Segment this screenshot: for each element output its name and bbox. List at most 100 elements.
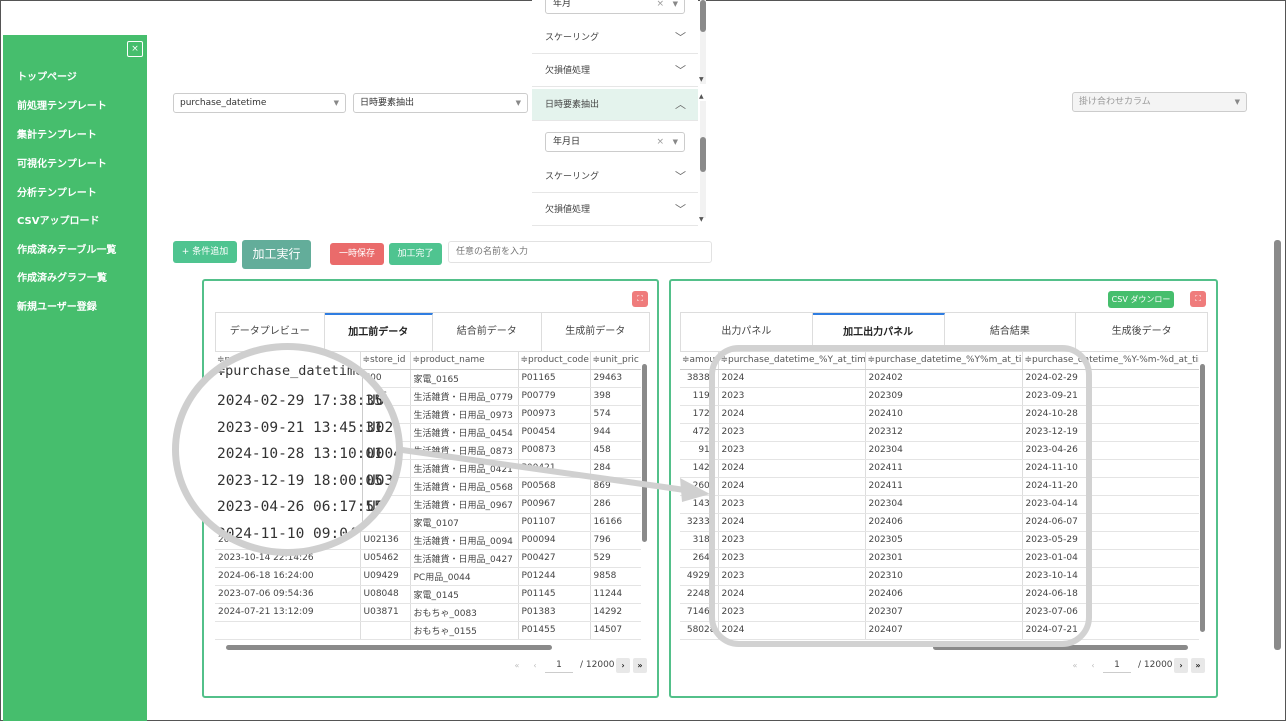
- table-cell: 14507: [590, 621, 641, 640]
- scroll-thumb[interactable]: [700, 137, 706, 172]
- option-accordion: 年月 × ▼ スケーリング ﹀ 欠損値処理 ﹀ 日時要素抽出 ︿ 年月日 × ▼ スケ…: [532, 0, 698, 228]
- name-input[interactable]: [448, 241, 712, 263]
- first-page-icon[interactable]: «: [510, 658, 524, 673]
- table-cell: 29463: [590, 369, 641, 388]
- sidebar-item-new-user[interactable]: 新規ユーザー登録: [17, 298, 97, 313]
- clear-icon[interactable]: ×: [656, 0, 664, 13]
- table-cell: 2024-07-21 13:12:09: [215, 603, 361, 622]
- prev-page-icon[interactable]: ‹: [528, 658, 542, 673]
- accordion-scaling[interactable]: スケーリング ﹀: [532, 22, 698, 54]
- accordion-missing[interactable]: 欠損値処理 ﹀: [532, 55, 698, 87]
- sidebar-item-graphs[interactable]: 作成済みグラフ一覧: [17, 269, 107, 284]
- zoom-store: U01: [367, 499, 394, 515]
- zoom-separator: [362, 350, 363, 549]
- table-cell: 生活雑貨・日用品_0973: [410, 405, 519, 424]
- table-cell: [360, 621, 411, 640]
- sidebar-item-top[interactable]: トップページ: [17, 68, 77, 83]
- last-page-icon[interactable]: »: [633, 658, 647, 673]
- zoom-datetime: 2023-09-21 13:45:31: [217, 419, 383, 436]
- sidebar-item-analysis[interactable]: 分析テンプレート: [17, 184, 97, 199]
- tab-before-join[interactable]: 結合前データ: [433, 313, 542, 351]
- scroll-thumb[interactable]: [1200, 364, 1205, 632]
- page-scrollbar[interactable]: [1274, 240, 1281, 650]
- operation-select[interactable]: 日時要素抽出 ▼: [353, 93, 528, 113]
- temp-save-button[interactable]: 一時保存: [330, 243, 384, 265]
- zoom-row: 2023-09-21 13:45:31 U026: [217, 415, 396, 441]
- table-cell: P01244: [518, 567, 591, 586]
- combine-column-select[interactable]: 掛け合わせカラム ▼: [1072, 92, 1247, 112]
- table-row: 2024-06-18 16:24:00 U09429 PC用品_0044 P01244…: [215, 567, 641, 586]
- page-input[interactable]: 1: [545, 658, 573, 673]
- right-pagination: « ‹ 1 / 12000 › »: [1068, 658, 1208, 676]
- accordion-scrollbar[interactable]: [700, 101, 706, 218]
- complete-button[interactable]: 加工完了: [389, 243, 442, 265]
- expand-icon[interactable]: ⛶: [1190, 291, 1206, 307]
- next-page-icon[interactable]: ›: [1174, 658, 1188, 673]
- accordion-scaling-2[interactable]: スケーリング ﹀: [532, 161, 698, 193]
- scroll-up-icon[interactable]: ▲: [699, 93, 704, 100]
- period-select[interactable]: 年月日 × ▼: [545, 132, 685, 152]
- expand-icon[interactable]: ⛶: [632, 291, 648, 307]
- clear-icon[interactable]: ×: [656, 133, 664, 151]
- accordion-scrollbar-top[interactable]: [700, 0, 706, 84]
- last-page-icon[interactable]: »: [1191, 658, 1205, 673]
- column-select-value: purchase_datetime: [180, 98, 267, 108]
- accordion-missing-2[interactable]: 欠損値処理 ﹀: [532, 194, 698, 226]
- sidebar-item-aggregate[interactable]: 集計テンプレート: [17, 126, 97, 141]
- scroll-down-icon[interactable]: ▼: [699, 76, 704, 83]
- accordion-label: スケーリング: [545, 172, 600, 182]
- zoom-store: U00: [367, 393, 394, 409]
- left-grid-hscrollbar[interactable]: [218, 645, 638, 651]
- column-select[interactable]: purchase_datetime ▼: [173, 93, 346, 113]
- period-select-top[interactable]: 年月 × ▼: [545, 0, 685, 14]
- page-scroll-thumb[interactable]: [1274, 240, 1281, 650]
- sidebar-item-preprocess[interactable]: 前処理テンプレート: [17, 97, 107, 112]
- right-grid-scrollbar[interactable]: [1199, 354, 1206, 641]
- table-cell: P00973: [518, 405, 591, 424]
- accordion-label: 欠損値処理: [545, 205, 591, 215]
- close-icon[interactable]: ×: [127, 41, 143, 57]
- zoom-row: 2024-11-10 09:04:35 U0: [217, 521, 396, 547]
- prev-page-icon[interactable]: ‹: [1086, 658, 1100, 673]
- table-cell: 944: [590, 423, 641, 442]
- period-select-value: 年月日: [553, 137, 581, 147]
- scroll-thumb[interactable]: [226, 645, 552, 650]
- scroll-thumb[interactable]: [700, 0, 706, 32]
- csv-download-button[interactable]: CSV ダウンロード: [1108, 291, 1174, 321]
- zoom-magnifier: ≑purchase_datetime 2024-02-29 17:38:35 U0…: [172, 343, 403, 556]
- chevron-down-icon: ﹀: [675, 31, 686, 44]
- tab-generated-data[interactable]: 生成後データ: [1076, 313, 1207, 351]
- table-cell: 14292: [590, 603, 641, 622]
- sidebar-item-tables[interactable]: 作成済みテーブル一覧: [17, 241, 116, 256]
- chevron-down-icon: ﹀: [675, 64, 686, 77]
- first-page-icon[interactable]: «: [1068, 658, 1082, 673]
- column-header[interactable]: ≑unit_pric: [590, 352, 641, 370]
- accordion-datetime[interactable]: 日時要素抽出 ︿: [532, 89, 698, 121]
- zoom-row: 2023-12-19 18:00:05 U032: [217, 468, 396, 494]
- column-header[interactable]: ≑product_name: [410, 352, 519, 370]
- tab-before-process[interactable]: 加工前データ: [324, 313, 433, 351]
- add-condition-button[interactable]: + 条件追加: [173, 241, 237, 263]
- accordion-label: 日時要素抽出: [545, 100, 600, 110]
- zoom-header: ≑purchase_datetime: [217, 363, 364, 379]
- sidebar-item-csv-upload[interactable]: CSVアップロード: [17, 212, 99, 227]
- next-page-icon[interactable]: ›: [616, 658, 630, 673]
- table-row: 2024-07-21 13:12:09 U03871 おもちゃ_0083 P01383…: [215, 603, 641, 622]
- column-header[interactable]: ≑product_code: [518, 352, 591, 370]
- table-cell: 2024-06-18 16:24:00: [215, 567, 361, 586]
- sidebar: × トップページ 前処理テンプレート 集計テンプレート 可視化テンプレート 分析…: [3, 35, 147, 721]
- run-process-button[interactable]: 加工実行: [242, 240, 311, 269]
- table-row: 2023-07-06 09:54:36 U08048 家電_0145 P01145 11…: [215, 585, 641, 604]
- table-cell: 生活雑貨・日用品_0094: [410, 531, 519, 550]
- sidebar-item-visualize[interactable]: 可視化テンプレート: [17, 155, 107, 170]
- table-cell: おもちゃ_0155: [410, 621, 519, 640]
- zoom-datetime: 2023-04-26 06:17:55: [217, 499, 383, 515]
- table-cell: P01145: [518, 585, 591, 604]
- table-cell: 796: [590, 531, 641, 550]
- scroll-down-icon[interactable]: ▼: [699, 216, 704, 223]
- chevron-down-icon: ▼: [672, 0, 678, 8]
- page-input[interactable]: 1: [1103, 658, 1131, 673]
- table-cell: P01107: [518, 513, 591, 532]
- tab-before-generate[interactable]: 生成前データ: [542, 313, 650, 351]
- table-cell: U08048: [360, 585, 411, 604]
